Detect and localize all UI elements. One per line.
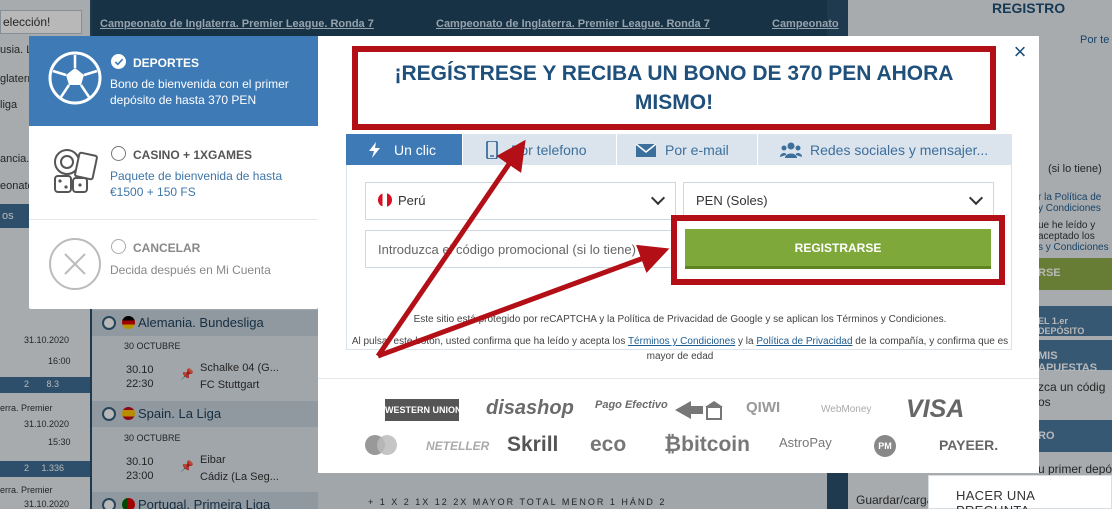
cancel-x-icon [49, 238, 101, 290]
radio-checked-icon[interactable] [111, 54, 126, 69]
promo-code-input[interactable]: Introduzca el código promocional (si lo … [365, 230, 676, 268]
ask-question-button[interactable]: HACER UNA PREGUNTA [928, 475, 1112, 509]
qiwi-logo: QIWI [746, 399, 781, 416]
astropay-logo: AstroPay [779, 435, 832, 450]
tab-by-email[interactable]: Por e-mail [617, 134, 758, 165]
ecopayz-logo: eco [590, 433, 627, 456]
privacy-link[interactable]: Política de Privacidad [756, 336, 852, 347]
currency-value: PEN (Soles) [696, 193, 768, 208]
bitcoin-label: bitcoin [681, 433, 750, 456]
chevron-down-icon [968, 190, 984, 206]
bonus-option-casino[interactable]: CASINO + 1XGAMES Paquete de bienvenida d… [29, 126, 318, 219]
country-value: Perú [398, 193, 426, 208]
radio-unchecked-icon[interactable] [111, 239, 126, 254]
soccer-ball-icon [48, 51, 102, 105]
bonus-option-cancel[interactable]: CANCELAR Decida después en Mi Cuenta [29, 220, 318, 309]
tab-label: Por telefono [511, 141, 587, 158]
bonus-title: CANCELAR [133, 241, 201, 255]
chevron-down-icon [650, 190, 666, 206]
bonus-title: CASINO + 1XGAMES [133, 148, 253, 162]
peru-flag-icon [378, 193, 392, 207]
tab-one-click[interactable]: Un clic [346, 134, 463, 165]
tab-label: Por e-mail [665, 141, 729, 158]
bonus-option-sports[interactable]: DEPORTES Bono de bienvenida con el prime… [29, 36, 318, 126]
legal-text: y la [738, 336, 754, 347]
tab-label: Redes sociales y mensajer... [810, 141, 989, 158]
people-icon [780, 142, 802, 158]
registration-modal: × ¡REGÍSTRESE Y RECIBA UN BONO DE 370 PE… [318, 36, 1039, 473]
perfect-money-logo: PM [874, 435, 896, 457]
register-highlight-box: REGISTRARSE [671, 215, 1005, 285]
neteller-logo: NETELLER [426, 439, 490, 453]
tab-label: Un clic [394, 141, 437, 158]
pago-efectivo-logo: Pago Efectivo [595, 399, 668, 411]
bitcoin-logo: ₿bitcoin [664, 433, 750, 456]
headline-highlight-box: ¡REGÍSTRESE Y RECIBA UN BONO DE 370 PEN … [352, 46, 996, 130]
visa-logo: VISA [906, 395, 965, 423]
legal-notice: Al pulsar este botón, usted confirma que… [347, 334, 1013, 364]
recaptcha-notice: Este sitio está protegido por reCAPTCHA … [413, 314, 947, 325]
casino-chips-icon [54, 149, 98, 193]
bonus-description: Decida después en Mi Cuenta [110, 263, 271, 277]
mastercard-logo [365, 435, 397, 455]
country-select[interactable]: Perú [365, 182, 676, 220]
tab-social[interactable]: Redes sociales y mensajer... [758, 134, 1012, 165]
envelope-icon [635, 142, 657, 157]
bonus-selector-panel: DEPORTES Bono de bienvenida con el prime… [29, 36, 318, 309]
bonus-description: Bono de bienvenida con el primer depósit… [110, 77, 289, 107]
payment-methods: WESTERN UNION disashop Pago Efectivo QIW… [318, 378, 1039, 473]
bank-transfer-icon [675, 401, 723, 420]
terms-link[interactable]: Términos y Condiciones [628, 336, 735, 347]
bonus-description: Paquete de bienvenida de hasta €1500 + 1… [110, 169, 283, 199]
skrill-logo: Skrill [507, 433, 559, 456]
close-icon[interactable]: × [1009, 41, 1031, 64]
phone-icon [486, 140, 498, 159]
headline-text: ¡REGÍSTRESE Y RECIBA UN BONO DE 370 PEN … [394, 62, 954, 114]
bonus-title: DEPORTES [133, 56, 200, 70]
legal-text: Al pulsar este botón, usted confirma que… [351, 336, 626, 347]
payeer-logo: PAYEER. [939, 437, 999, 453]
western-union-logo: WESTERN UNION [385, 399, 462, 421]
registration-tabs: Un clic Por telefono Por e-mail Redes so… [346, 134, 1012, 165]
register-button[interactable]: REGISTRARSE [685, 229, 991, 269]
radio-unchecked-icon[interactable] [111, 146, 126, 161]
lightning-icon [369, 141, 380, 158]
tab-by-phone[interactable]: Por telefono [463, 134, 617, 165]
disashop-logo: disashop [486, 397, 574, 419]
webmoney-logo: WebMoney [821, 404, 872, 415]
one-click-form: Perú PEN (Soles) Introduzca el código pr… [346, 165, 1012, 362]
